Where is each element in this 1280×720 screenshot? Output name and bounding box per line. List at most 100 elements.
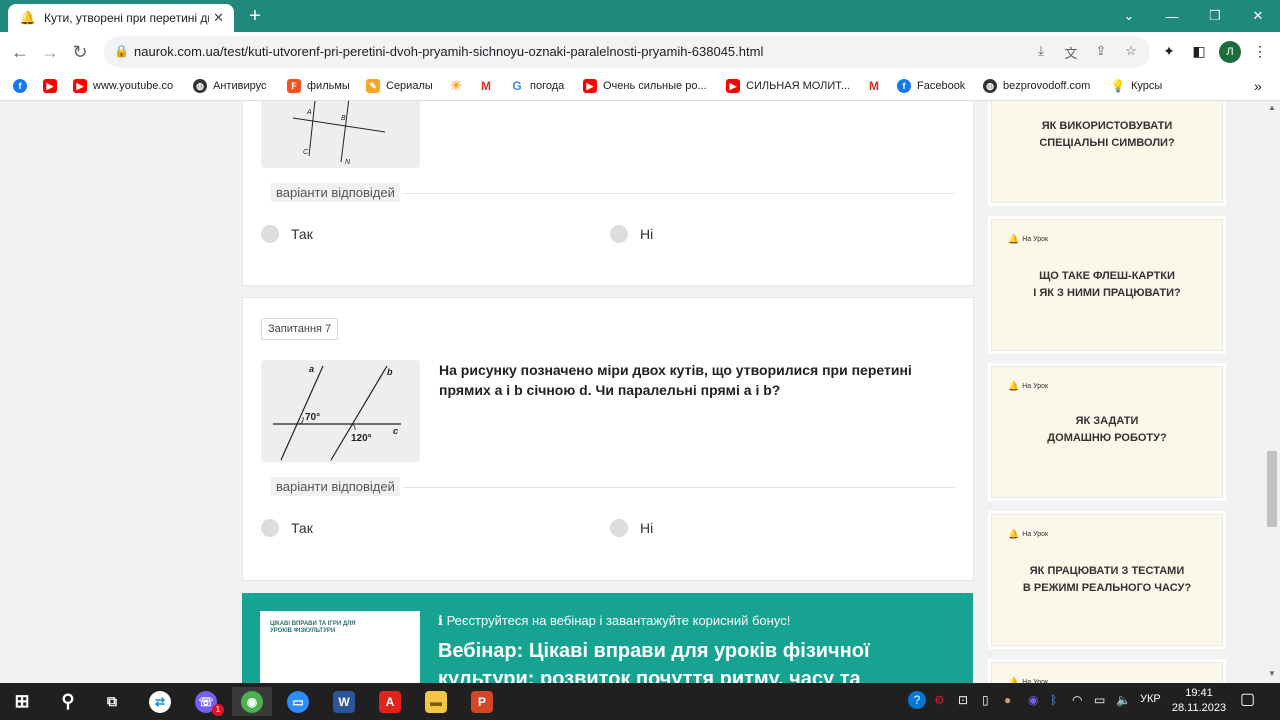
chrome-app[interactable]: ◉ — [232, 687, 272, 716]
bookmark-weather[interactable]: Gпогода — [510, 77, 564, 95]
acrobat-app[interactable]: A — [370, 687, 410, 716]
close-tab-icon[interactable]: ✕ — [213, 10, 224, 26]
tab-strip: 🔔 Кути, утворені при перетині дв ✕ + ⌄ —… — [0, 0, 1280, 32]
bookmark-gmail[interactable]: M — [479, 77, 499, 95]
question-card-7: Запитання 7 70° 120° a b c На рисунку по… — [242, 297, 974, 581]
radio-icon[interactable] — [610, 225, 628, 243]
side-panel-icon[interactable]: ◧ — [1189, 41, 1209, 61]
bookmark-serials[interactable]: ✎ Сериалы — [366, 77, 433, 95]
translate-icon[interactable]: 文 — [1062, 43, 1080, 61]
clock[interactable]: 19:41 28.11.2023 — [1166, 686, 1232, 716]
minimize-button[interactable]: — — [1150, 0, 1194, 32]
bookmark-youtube[interactable]: ▶ — [43, 77, 63, 95]
line-c-label: c — [393, 426, 398, 436]
banner-title[interactable]: Вебінар: Цікаві вправи для уроків фізичн… — [438, 637, 938, 683]
radio-icon[interactable] — [610, 519, 628, 537]
profile-avatar[interactable]: Л — [1219, 41, 1241, 63]
zoom-app[interactable]: ▭ — [278, 687, 318, 716]
clock-date: 28.11.2023 — [1171, 702, 1227, 714]
volume-icon[interactable]: 🔈 — [1116, 693, 1131, 707]
browser-tab[interactable]: 🔔 Кути, утворені при перетині дв ✕ — [8, 4, 234, 32]
scrollbar-thumb[interactable] — [1267, 451, 1277, 527]
bookmark-courses[interactable]: 💡 Курсы — [1111, 77, 1163, 95]
bookmark-antivirus[interactable]: ◍ Антивирус — [193, 77, 266, 95]
teamviewer-icon: ⇄ — [149, 690, 171, 713]
usb-icon[interactable]: ▯ — [982, 693, 989, 707]
bookmark-facebook[interactable]: f — [13, 77, 33, 95]
bookmark-bezprovodoff[interactable]: ◍ bezprovodoff.com — [983, 77, 1090, 95]
gmail-icon: M — [481, 79, 491, 93]
label-a-point: A — [306, 109, 312, 116]
radio-icon[interactable] — [261, 225, 279, 243]
file-explorer-app[interactable]: ▬ — [416, 687, 456, 716]
teamviewer-app[interactable]: ⇄ — [140, 687, 180, 716]
webinar-thumbnail[interactable]: ЦІКАВІ ВПРАВИ ТА ІГРИ ДЛЯ УРОКІВ ФІЗКУЛЬ… — [260, 611, 420, 683]
language-indicator[interactable]: УКР — [1140, 693, 1161, 705]
scroll-up-icon[interactable]: ▲ — [1267, 103, 1277, 112]
option-no[interactable]: Ні — [610, 225, 653, 243]
wifi-icon[interactable]: ◠ — [1072, 693, 1082, 707]
sidebar-card-flashcards[interactable]: 🔔 На Урок ЩО ТАКЕ ФЛЕШ-КАРТКИ І ЯК З НИМИ… — [991, 219, 1223, 351]
word-app[interactable]: W — [324, 687, 364, 716]
help-icon[interactable]: ? — [908, 691, 926, 709]
radio-icon[interactable] — [261, 519, 279, 537]
angle-120-label: 120° — [351, 433, 372, 444]
bookmark-films[interactable]: Fфильмы — [287, 77, 350, 95]
option-yes[interactable]: Так — [261, 519, 313, 537]
sidebar-card-homework[interactable]: 🔔 На Урок ЯК ЗАДАТИ ДОМАШНЮ РОБОТУ? — [991, 366, 1223, 498]
bookmark-gmail-2[interactable]: M — [867, 77, 887, 95]
word-icon: W — [333, 690, 355, 713]
reload-button[interactable]: ↻ — [68, 40, 92, 64]
extensions-icon[interactable]: ✦ — [1159, 41, 1179, 61]
sidebar-card-tests[interactable]: 🔔 На Урок ЯК ПРАЦЮВАТИ З ТЕСТАМИ В РЕЖИМІ… — [991, 514, 1223, 646]
sidebar-card-next[interactable]: 🔔 На Урок — [991, 662, 1223, 683]
bookmark-icon: ✎ — [366, 79, 380, 93]
youtube-icon: ▶ — [583, 79, 597, 93]
new-tab-button[interactable]: + — [244, 5, 266, 27]
start-button[interactable]: ⊞ — [2, 687, 42, 716]
bookmark-facebook-2[interactable]: f Facebook — [897, 77, 965, 95]
search-button[interactable]: ⚲ — [48, 687, 88, 716]
notifications-icon[interactable]: ▢ — [1240, 689, 1255, 709]
banner-subtitle: ℹ Реєструйтеся на вебінар і завантажуйте… — [438, 613, 791, 628]
network-device-icon[interactable]: ⊡ — [958, 693, 968, 707]
viber-tray-icon[interactable]: ◉ — [1028, 693, 1038, 707]
viber-app[interactable]: ☏ 1 — [186, 687, 226, 716]
bookmark-youtube-site[interactable]: ▶ www.youtube.co — [73, 77, 173, 95]
forward-button[interactable]: → — [38, 40, 62, 64]
sidebar-card-symbols[interactable]: ЯК ВИКОРИСТОВУВАТИ СПЕЦІАЛЬНІ СИМВОЛИ? — [991, 101, 1223, 203]
webinar-banner[interactable]: ЦІКАВІ ВПРАВИ ТА ІГРИ ДЛЯ УРОКІВ ФІЗКУЛЬ… — [242, 593, 973, 683]
scroll-down-icon[interactable]: ▼ — [1267, 669, 1277, 678]
option-yes[interactable]: Так — [261, 225, 313, 243]
bookmark-prayer[interactable]: ▶ СИЛЬНАЯ МОЛИТ... — [726, 77, 850, 95]
url-text[interactable]: naurok.com.ua/test/kuti-utvorenf-pri-per… — [134, 44, 763, 59]
back-button[interactable]: ← — [8, 40, 32, 64]
star-icon[interactable]: ☆ — [1122, 43, 1140, 61]
windows-taskbar: ⊞ ⚲ ⧉ ⇄ ☏ 1 ◉ ▭ W A ▬ P ? ⚙ ⊡ ▯ ● ◉ ᛒ ◠ ▭… — [0, 683, 1280, 720]
page-scrollbar[interactable]: ▲ ▼ — [1264, 101, 1280, 683]
cookie-icon[interactable]: ● — [1004, 693, 1011, 707]
angle-70-label: 70° — [305, 412, 320, 423]
label-c-point: C — [303, 149, 309, 156]
share-icon[interactable]: ⇪ — [1092, 43, 1110, 61]
battery-icon[interactable]: ▭ — [1094, 693, 1105, 707]
answers-label: варіанти відповідей — [271, 183, 400, 202]
address-bar[interactable]: 🔒 naurok.com.ua/test/kuti-utvorenf-pri-p… — [104, 36, 1150, 68]
restore-button[interactable]: ❐ — [1193, 0, 1237, 32]
powerpoint-app[interactable]: P — [462, 687, 502, 716]
bookmark-strong-ro[interactable]: ▶ Очень сильные ро... — [583, 77, 707, 95]
task-view-button[interactable]: ⧉ — [92, 687, 132, 716]
install-icon[interactable]: ⤓ — [1032, 43, 1050, 61]
clock-time: 19:41 — [1185, 687, 1213, 699]
bell-icon: 🔔 — [1008, 234, 1020, 244]
more-bookmarks-icon[interactable]: » — [1254, 77, 1262, 95]
lock-icon[interactable]: 🔒 — [114, 44, 129, 58]
close-window-button[interactable]: ✕ — [1236, 0, 1280, 32]
graphics-icon[interactable]: ⚙ — [934, 693, 945, 707]
menu-icon[interactable]: ⋮ — [1250, 41, 1270, 61]
tab-search-icon[interactable]: ⌄ — [1107, 0, 1151, 32]
option-no[interactable]: Ні — [610, 519, 653, 537]
bookmarks-bar: f ▶ ▶ www.youtube.co ◍ Антивирус Fфильмы ✎… — [0, 72, 1280, 101]
bluetooth-icon[interactable]: ᛒ — [1050, 693, 1057, 707]
bookmark-sun[interactable]: ☀ — [449, 77, 469, 95]
